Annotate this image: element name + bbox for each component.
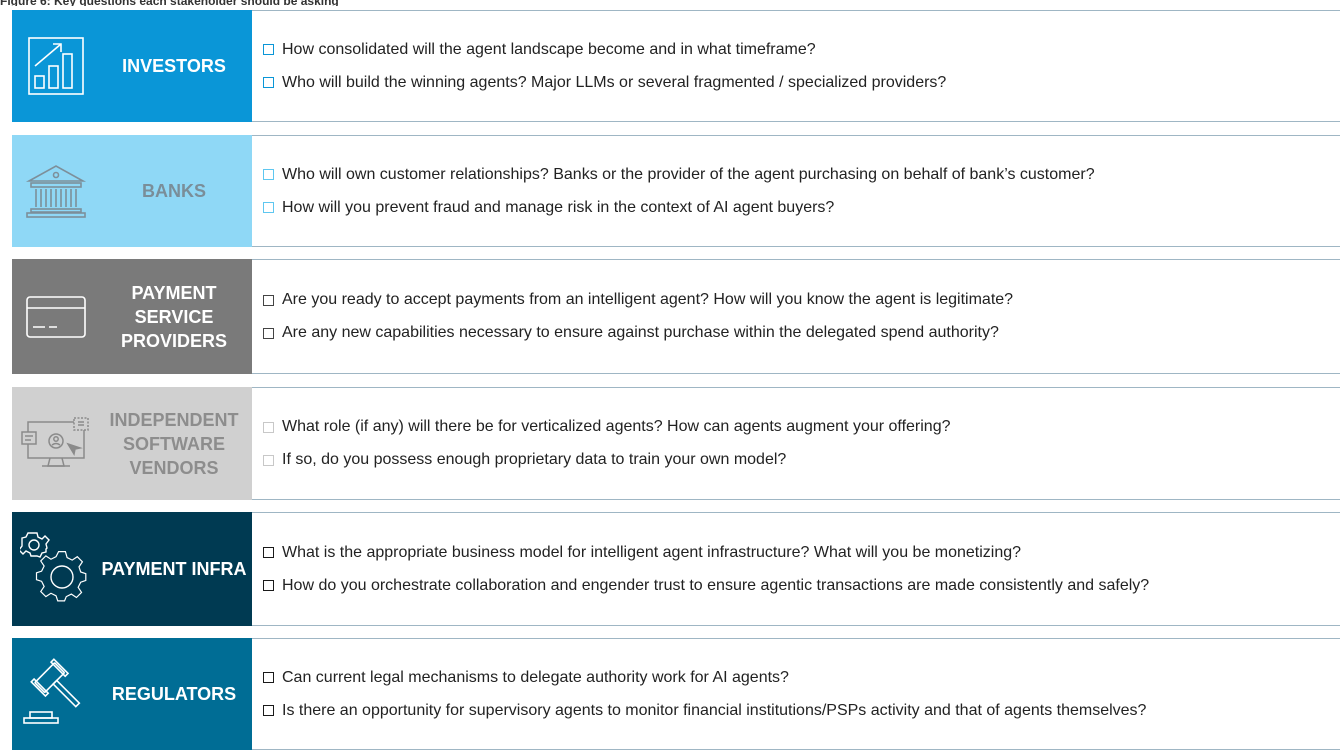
question-text: What is the appropriate business model f… — [282, 543, 1022, 561]
question-text: Is there an opportunity for supervisory … — [282, 701, 1147, 719]
questions-independent-software-vendors: What role (if any) will there be for ver… — [252, 387, 1340, 500]
question-item: Can current legal mechanisms to delegate… — [263, 668, 1340, 688]
stakeholder-label-regulators: REGULATORS — [111, 684, 237, 704]
bar-chart-growth-icon — [12, 10, 100, 122]
panel-investors: INVESTORS — [12, 10, 252, 122]
software-monitor-icon — [12, 387, 100, 500]
checkbox-icon[interactable] — [263, 547, 274, 558]
question-text: How do you orchestrate collaboration and… — [282, 576, 1150, 594]
stakeholder-label-investors: INVESTORS — [122, 56, 226, 76]
question-item: How consolidated will the agent landscap… — [263, 40, 1340, 60]
panel-payment-infra: PAYMENT INFRA — [12, 512, 252, 626]
questions-payment-service-providers: Are you ready to accept payments from an… — [252, 259, 1340, 374]
checkbox-icon[interactable] — [263, 294, 274, 306]
row-payment-infra: PAYMENT INFRA What is the appropriate bu… — [12, 512, 1340, 626]
question-item: How will you prevent fraud and manage ri… — [263, 198, 1340, 218]
row-regulators: REGULATORS Can current legal mechanisms … — [12, 638, 1340, 750]
row-investors: INVESTORS How consolidated will the agen… — [12, 10, 1340, 122]
row-payment-service-providers: PAYMENT SERVICE PROVIDERS Are you ready … — [12, 259, 1340, 374]
stakeholder-label-independent-software-vendors: INDEPENDENT SOFTWARE VENDORS — [109, 409, 239, 478]
panel-regulators: REGULATORS — [12, 638, 252, 750]
stakeholder-label-payment-service-providers: PAYMENT SERVICE PROVIDERS — [120, 282, 228, 351]
questions-regulators: Can current legal mechanisms to delegate… — [252, 638, 1340, 750]
question-text: Are you ready to accept payments from an… — [282, 291, 1014, 308]
question-text: What role (if any) will there be for ver… — [282, 418, 951, 435]
question-text: Who will own customer relationships? Ban… — [282, 165, 1095, 183]
questions-investors: How consolidated will the agent landscap… — [252, 10, 1340, 122]
panel-independent-software-vendors: INDEPENDENT SOFTWARE VENDORS — [12, 387, 252, 500]
stakeholder-label-payment-infra: PAYMENT INFRA — [101, 559, 247, 579]
question-item: How do you orchestrate collaboration and… — [263, 576, 1340, 596]
bank-building-icon — [12, 135, 100, 247]
checkbox-icon[interactable] — [263, 169, 274, 180]
checkbox-icon[interactable] — [263, 454, 274, 466]
question-item: What is the appropriate business model f… — [263, 543, 1340, 563]
questions-banks: Who will own customer relationships? Ban… — [252, 135, 1340, 247]
questions-payment-infra: What is the appropriate business model f… — [252, 512, 1340, 626]
question-item: Are you ready to accept payments from an… — [263, 290, 1340, 310]
checkbox-icon[interactable] — [263, 705, 274, 716]
checkbox-icon[interactable] — [263, 202, 274, 213]
checkbox-icon[interactable] — [263, 421, 274, 433]
checkbox-icon[interactable] — [263, 77, 274, 88]
question-item: Is there an opportunity for supervisory … — [263, 701, 1340, 721]
row-independent-software-vendors: INDEPENDENT SOFTWARE VENDORS What role (… — [12, 387, 1340, 500]
question-item: What role (if any) will there be for ver… — [263, 417, 1340, 437]
panel-banks: BANKS — [12, 135, 252, 247]
checkbox-icon[interactable] — [263, 327, 274, 339]
stakeholder-questions-figure: Figure 6: Key questions each stakeholder… — [0, 0, 1340, 750]
gears-icon — [12, 512, 100, 626]
question-text: How will you prevent fraud and manage ri… — [282, 198, 835, 216]
checkbox-icon[interactable] — [263, 580, 274, 591]
credit-card-icon — [12, 259, 100, 374]
checkbox-icon[interactable] — [263, 44, 274, 55]
question-item: Who will own customer relationships? Ban… — [263, 165, 1340, 185]
question-item: Who will build the winning agents? Major… — [263, 73, 1340, 93]
panel-payment-service-providers: PAYMENT SERVICE PROVIDERS — [12, 259, 252, 374]
stakeholder-label-banks: BANKS — [141, 181, 206, 201]
question-item: If so, do you possess enough proprietary… — [263, 450, 1340, 470]
question-text: Are any new capabilities necessary to en… — [282, 324, 999, 341]
question-item: Are any new capabilities necessary to en… — [263, 323, 1340, 343]
question-text: How consolidated will the agent landscap… — [282, 40, 816, 58]
row-banks: BANKS Who will own customer relationship… — [12, 135, 1340, 247]
question-text: If so, do you possess enough proprietary… — [282, 451, 787, 468]
figure-title: Figure 6: Key questions each stakeholder… — [0, 0, 420, 6]
question-text: Who will build the winning agents? Major… — [282, 73, 947, 91]
gavel-icon — [12, 638, 100, 750]
question-text: Can current legal mechanisms to delegate… — [282, 668, 789, 686]
checkbox-icon[interactable] — [263, 672, 274, 683]
